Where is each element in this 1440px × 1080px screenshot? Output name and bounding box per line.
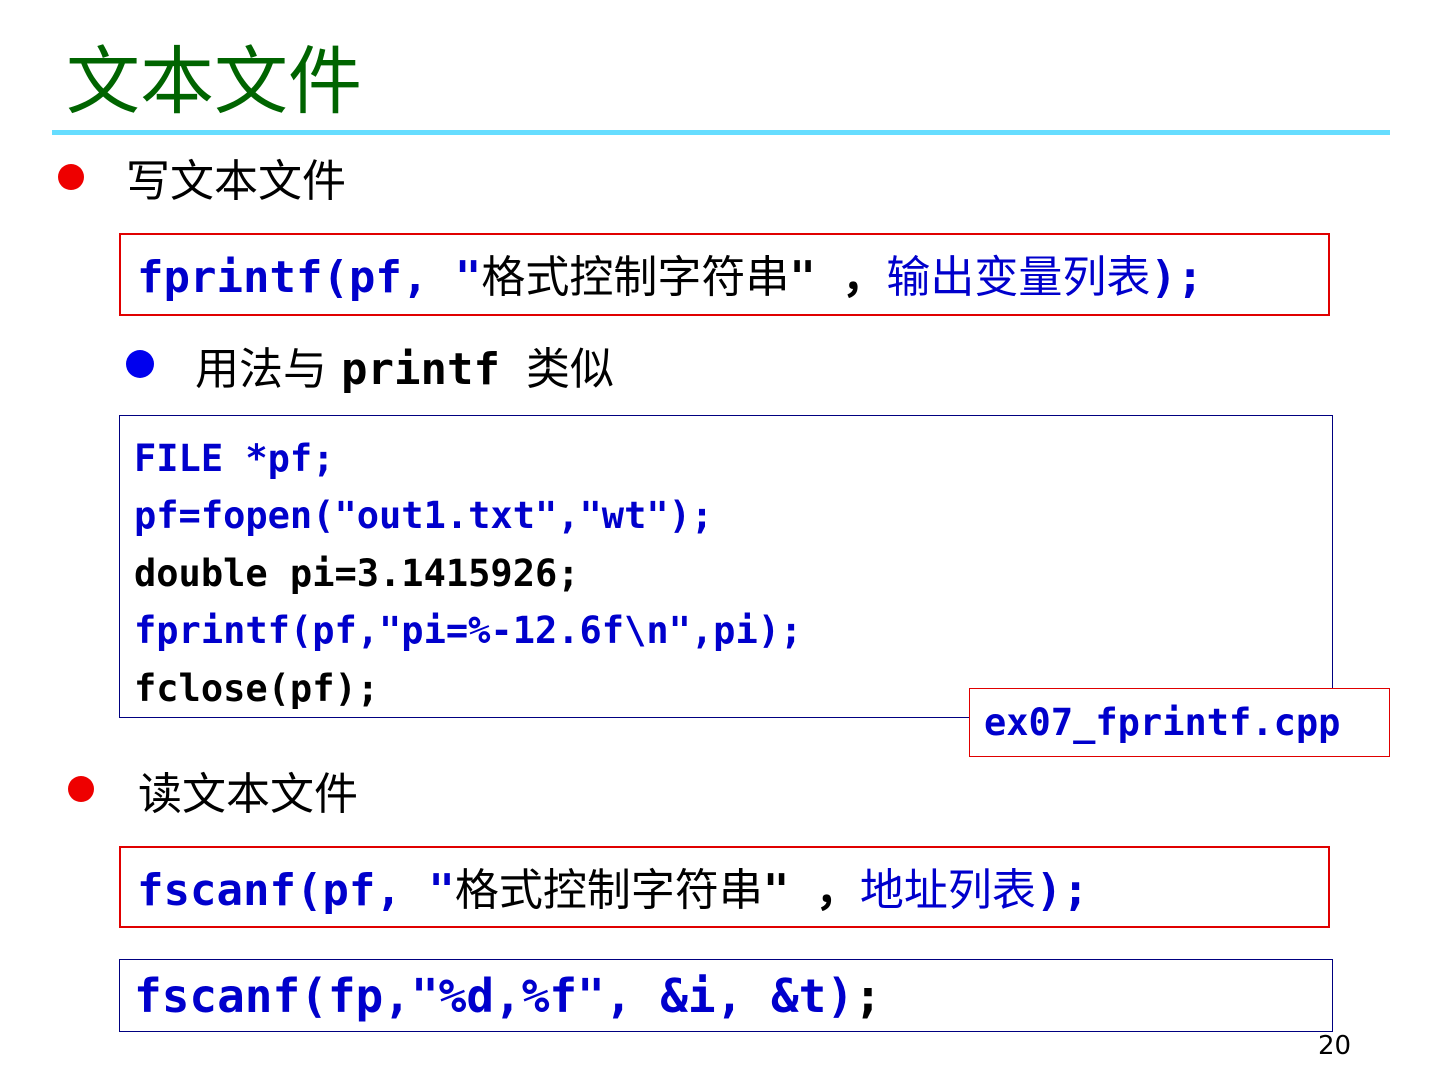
slide: 文本文件 写文本文件 fprintf(pf, "格式控制字符串" ，输出变量列表…: [0, 0, 1440, 1080]
code-line-3: double pi=3.1415926;: [134, 552, 580, 595]
fprintf-syntax-suffix: );: [1150, 252, 1204, 303]
fscanf-example-end: ;: [854, 969, 882, 1023]
usage-note-suffix: 类似: [525, 344, 614, 395]
fscanf-syntax-suffix: );: [1035, 865, 1089, 916]
fprintf-args-text: 输出变量列表: [886, 252, 1151, 303]
usage-note-code: printf: [341, 344, 500, 395]
fscanf-syntax-line: fscanf(pf, "格式控制字符串" ，地址列表);: [137, 863, 1089, 919]
usage-note-prefix: 用法与: [195, 344, 327, 395]
fscanf-example-line: fscanf(fp,"%d,%f", &i, &t);: [134, 968, 882, 1024]
page-number: 20: [1318, 1031, 1352, 1061]
bullet-usage-icon: [126, 350, 154, 378]
bullet-write-icon: [58, 164, 84, 190]
fscanf-syntax-prefix: fscanf(pf, ": [137, 865, 455, 916]
read-heading: 读文本文件: [138, 769, 358, 820]
bullet-read-icon: [68, 776, 94, 802]
fscanf-example-box: fscanf(fp,"%d,%f", &i, &t);: [119, 959, 1333, 1032]
fprintf-code-box: FILE *pf; pf=fopen("out1.txt","wt"); dou…: [119, 415, 1333, 718]
usage-note: 用法与 printf 类似: [195, 342, 614, 398]
fscanf-syntax-middle: " ，: [762, 865, 860, 916]
slide-title: 文本文件: [66, 39, 362, 125]
code-line-5: fclose(pf);: [134, 667, 380, 710]
fscanf-format-text: 格式控制字符串: [454, 865, 763, 916]
fscanf-args-text: 地址列表: [859, 865, 1036, 916]
title-underline: [52, 130, 1390, 135]
write-heading: 写文本文件: [126, 156, 346, 207]
fprintf-format-text: 格式控制字符串: [481, 252, 790, 303]
fprintf-syntax-box: fprintf(pf, "格式控制字符串" ，输出变量列表);: [119, 233, 1330, 316]
fprintf-syntax-prefix: fprintf(pf, ": [137, 252, 482, 303]
code-line-1: FILE *pf;: [134, 437, 335, 480]
fprintf-syntax-line: fprintf(pf, "格式控制字符串" ，输出变量列表);: [137, 250, 1203, 306]
fprintf-syntax-middle: " ，: [789, 252, 887, 303]
code-line-2: pf=fopen("out1.txt","wt");: [134, 494, 714, 537]
fscanf-example-code: fscanf(fp,"%d,%f", &i, &t): [134, 969, 855, 1023]
source-file-label: ex07_fprintf.cpp: [969, 688, 1390, 757]
code-line-4: fprintf(pf,"pi=%-12.6f\n",pi);: [134, 609, 803, 652]
source-file-name: ex07_fprintf.cpp: [984, 701, 1341, 744]
fscanf-syntax-box: fscanf(pf, "格式控制字符串" ，地址列表);: [119, 846, 1330, 928]
